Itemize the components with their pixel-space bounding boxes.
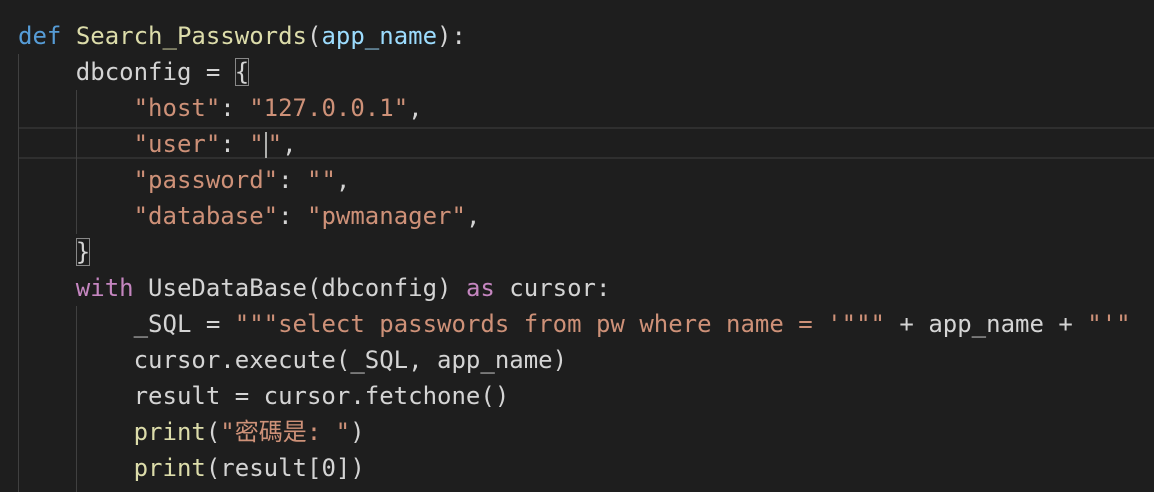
cursor-target: cursor: bbox=[494, 274, 611, 302]
value-user-open-quote: " bbox=[249, 130, 264, 158]
code-line-1[interactable]: def Search_Passwords(app_name): bbox=[18, 18, 466, 54]
usedatabase-call: UseDataBase(dbconfig) bbox=[133, 274, 466, 302]
dbconfig-assign: dbconfig = bbox=[75, 58, 235, 86]
colon: : bbox=[220, 130, 250, 158]
print-args: (result[0]) bbox=[205, 454, 365, 482]
text-cursor bbox=[264, 132, 267, 158]
comma: , bbox=[335, 166, 351, 194]
keyword-def: def bbox=[18, 22, 62, 50]
code-line-11[interactable]: result = cursor.fetchone() bbox=[18, 378, 510, 414]
password-label-string: "密碼是: " bbox=[220, 418, 351, 446]
comma: , bbox=[465, 202, 481, 230]
parameter-app-name: app_name bbox=[321, 22, 438, 50]
code-line-13[interactable]: print(result[0]) bbox=[18, 450, 365, 486]
key-database: "database" bbox=[133, 202, 279, 230]
code-line-10[interactable]: cursor.execute(_SQL, app_name) bbox=[18, 342, 567, 378]
brace-open-matched: { bbox=[234, 58, 250, 86]
code-line-2[interactable]: dbconfig = { bbox=[18, 54, 250, 90]
key-password: "password" bbox=[133, 166, 279, 194]
code-line-6[interactable]: "database": "pwmanager", bbox=[18, 198, 481, 234]
code-line-5[interactable]: "password": "", bbox=[18, 162, 351, 198]
sql-assign: _SQL = bbox=[133, 310, 235, 338]
execute-call: cursor.execute(_SQL, app_name) bbox=[133, 346, 568, 374]
code-line-7[interactable]: } bbox=[18, 234, 91, 270]
colon: : bbox=[220, 94, 250, 122]
colon: : bbox=[278, 202, 307, 230]
concat-app-name: + app_name + bbox=[884, 310, 1088, 338]
code-line-4[interactable]: "user": " ", bbox=[18, 126, 297, 162]
sql-tail-string: "'" bbox=[1087, 310, 1131, 338]
print-function: print bbox=[133, 454, 206, 482]
fetchone-call: result = cursor.fetchone() bbox=[133, 382, 510, 410]
brace-close-matched: } bbox=[75, 238, 91, 266]
comma: , bbox=[408, 94, 423, 122]
code-editor[interactable]: def Search_Passwords(app_name): dbconfig… bbox=[0, 0, 1154, 492]
function-name: Search_Passwords bbox=[75, 22, 307, 50]
paren-open: ( bbox=[307, 22, 322, 50]
keyword-with: with bbox=[75, 274, 134, 302]
key-host: "host" bbox=[133, 94, 221, 122]
code-line-3[interactable]: "host": "127.0.0.1", bbox=[18, 90, 423, 126]
value-user-close-quote: " bbox=[267, 130, 283, 158]
sql-string: """select passwords from pw where name =… bbox=[234, 310, 885, 338]
paren-close: ) bbox=[350, 418, 365, 446]
value-host: "127.0.0.1" bbox=[249, 94, 409, 122]
code-line-9[interactable]: _SQL = """select passwords from pw where… bbox=[18, 306, 1131, 342]
keyword-as: as bbox=[465, 274, 495, 302]
code-line-12[interactable]: print("密碼是: ") bbox=[18, 414, 365, 450]
print-function: print bbox=[133, 418, 206, 446]
paren-close: ): bbox=[437, 22, 466, 50]
value-password: "" bbox=[307, 166, 336, 194]
value-database: "pwmanager" bbox=[307, 202, 466, 230]
comma: , bbox=[282, 130, 297, 158]
colon: : bbox=[278, 166, 307, 194]
key-user: "user" bbox=[133, 130, 221, 158]
code-line-8[interactable]: with UseDataBase(dbconfig) as cursor: bbox=[18, 270, 611, 306]
paren-open: ( bbox=[205, 418, 221, 446]
